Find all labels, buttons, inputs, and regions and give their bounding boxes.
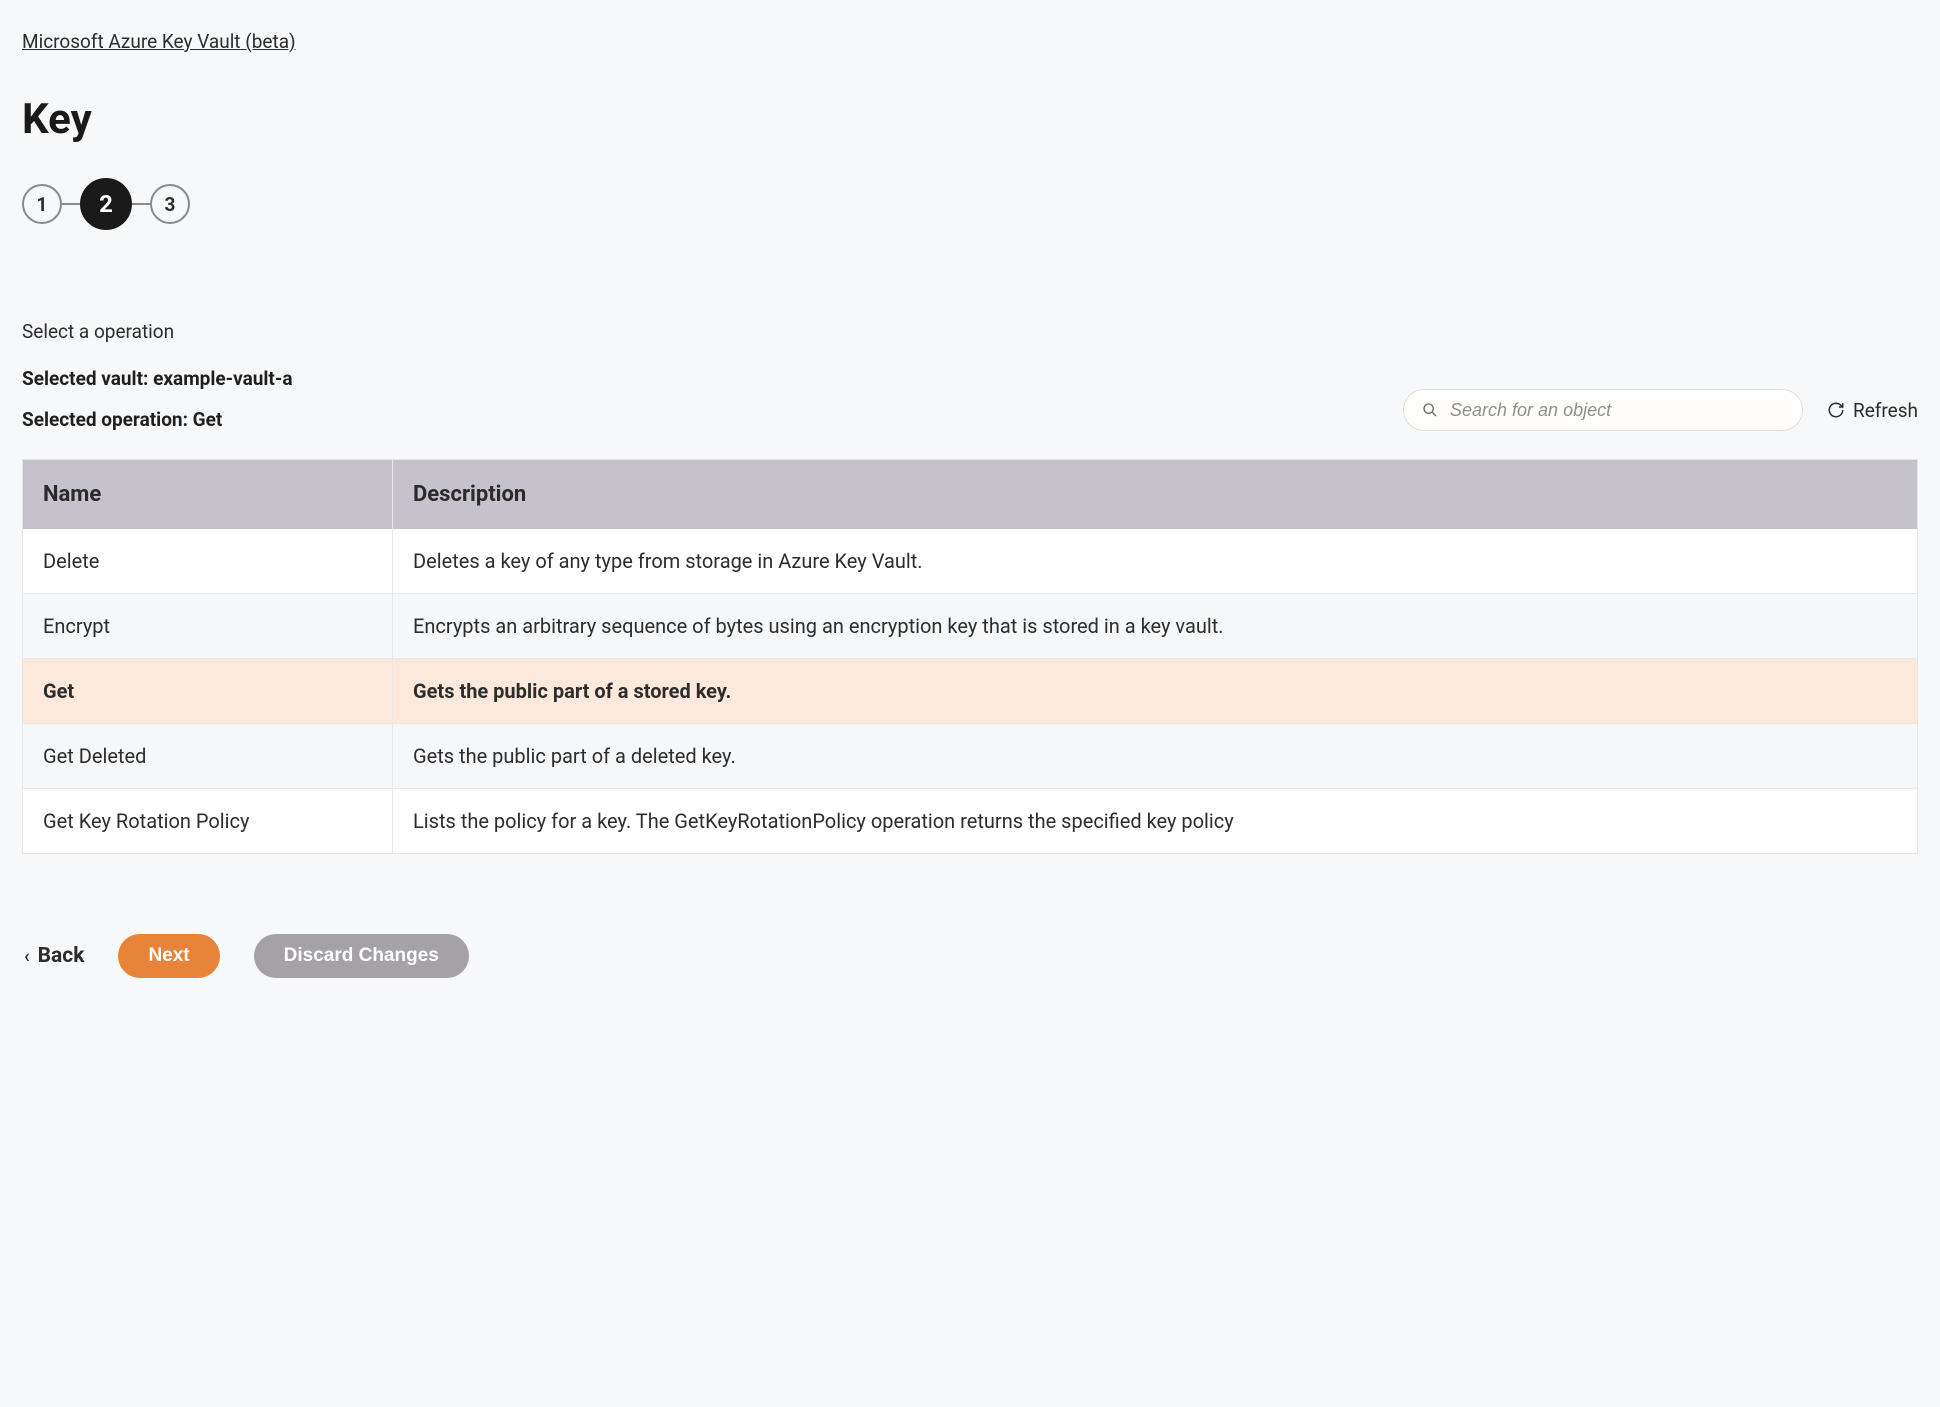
refresh-label: Refresh (1853, 399, 1918, 422)
table-row[interactable]: DeleteDeletes a key of any type from sto… (23, 529, 1917, 593)
page-root: Microsoft Azure Key Vault (beta) Key 1 2… (0, 0, 1940, 1018)
refresh-icon (1827, 401, 1845, 419)
table-row[interactable]: EncryptEncrypts an arbitrary sequence of… (23, 593, 1917, 658)
selected-operation-label: Selected operation: (22, 408, 188, 431)
step-2[interactable]: 2 (80, 178, 132, 230)
next-button[interactable]: Next (118, 934, 219, 978)
selected-operation-value: Get (193, 408, 223, 431)
instruction-text: Select a operation (22, 320, 1918, 343)
search-icon (1422, 402, 1438, 418)
back-label: Back (38, 944, 85, 968)
step-3[interactable]: 3 (150, 184, 190, 224)
page-title: Key (22, 95, 1918, 144)
table-header: Name Description (23, 460, 1917, 529)
search-box[interactable] (1403, 389, 1803, 431)
footer-actions: ‹ Back Next Discard Changes (22, 934, 1918, 978)
operation-name: Encrypt (23, 594, 393, 658)
column-header-description: Description (393, 460, 1917, 529)
operations-table: Name Description DeleteDeletes a key of … (22, 459, 1918, 854)
operation-description: Gets the public part of a deleted key. (393, 724, 1917, 788)
operation-name: Get (23, 659, 393, 723)
operation-description: Lists the policy for a key. The GetKeyRo… (393, 789, 1917, 853)
table-row[interactable]: Get Key Rotation PolicyLists the policy … (23, 788, 1917, 853)
operation-description: Gets the public part of a stored key. (393, 659, 1917, 723)
column-header-name: Name (23, 460, 393, 529)
chevron-left-icon: ‹ (24, 946, 30, 967)
selected-vault-label: Selected vault: (22, 367, 148, 390)
operation-description: Encrypts an arbitrary sequence of bytes … (393, 594, 1917, 658)
refresh-button[interactable]: Refresh (1827, 399, 1918, 422)
step-1[interactable]: 1 (22, 184, 62, 224)
breadcrumb-link[interactable]: Microsoft Azure Key Vault (beta) (22, 30, 296, 53)
selected-vault-value: example-vault-a (153, 367, 292, 390)
search-input[interactable] (1450, 400, 1784, 421)
operation-name: Get Deleted (23, 724, 393, 788)
operation-name: Delete (23, 529, 393, 593)
operation-name: Get Key Rotation Policy (23, 789, 393, 853)
table-row[interactable]: GetGets the public part of a stored key. (23, 658, 1917, 723)
selected-vault: Selected vault: example-vault-a (22, 367, 293, 390)
stepper: 1 2 3 (22, 178, 1918, 230)
table-row[interactable]: Get DeletedGets the public part of a del… (23, 723, 1917, 788)
operation-description: Deletes a key of any type from storage i… (393, 529, 1917, 593)
selected-operation: Selected operation: Get (22, 408, 293, 431)
step-connector (132, 203, 150, 205)
back-button[interactable]: ‹ Back (24, 944, 84, 968)
step-connector (62, 203, 80, 205)
discard-button[interactable]: Discard Changes (254, 934, 469, 978)
